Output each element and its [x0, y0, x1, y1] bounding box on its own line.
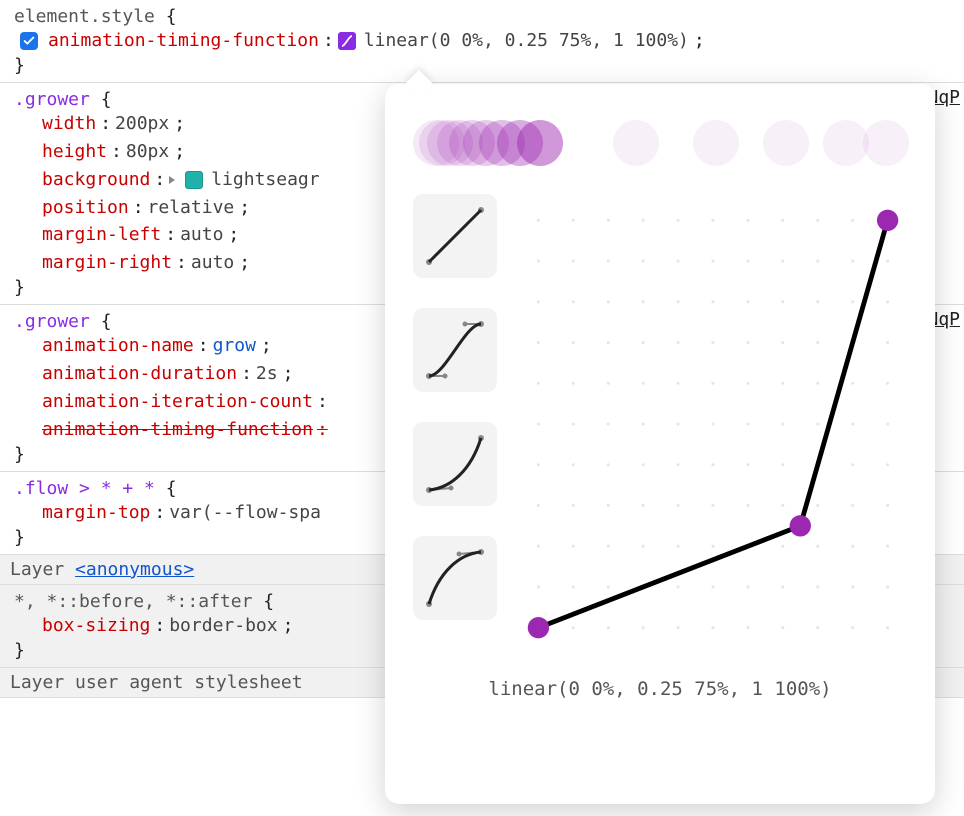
rule-element-style: element.style { animation-timing-functio…: [0, 0, 964, 83]
linear-function-text[interactable]: linear(0 0%, 0.25 75%, 1 100%): [413, 678, 907, 700]
curve-control-point[interactable]: [877, 210, 898, 231]
preview-dot: [763, 120, 809, 166]
selector-line[interactable]: element.style {: [14, 6, 954, 27]
prop-animation-timing-function[interactable]: animation-timing-function: linear(0 0%, …: [14, 27, 954, 55]
layer-link[interactable]: <anonymous>: [75, 559, 194, 580]
preset-linear[interactable]: [413, 194, 497, 278]
preview-dot: [613, 120, 659, 166]
selector: element.style: [14, 6, 155, 27]
preset-ease-in[interactable]: [413, 422, 497, 506]
curve-control-point[interactable]: [790, 515, 811, 536]
disclosure-icon[interactable]: [169, 176, 175, 184]
preview-dot: [863, 120, 909, 166]
easing-presets: [413, 194, 501, 654]
curve-control-point[interactable]: [528, 617, 549, 638]
preview-dot: [693, 120, 739, 166]
preview-dot: [517, 120, 563, 166]
linear-curve-editor[interactable]: [519, 194, 907, 654]
preset-ease-in-out[interactable]: [413, 308, 497, 392]
preset-ease-out[interactable]: [413, 536, 497, 620]
easing-swatch-icon[interactable]: [338, 32, 356, 50]
easing-editor-popover: linear(0 0%, 0.25 75%, 1 100%): [385, 84, 935, 804]
property-enabled-checkbox[interactable]: [20, 32, 38, 50]
color-swatch-icon[interactable]: [185, 171, 203, 189]
animation-preview: [413, 114, 907, 174]
